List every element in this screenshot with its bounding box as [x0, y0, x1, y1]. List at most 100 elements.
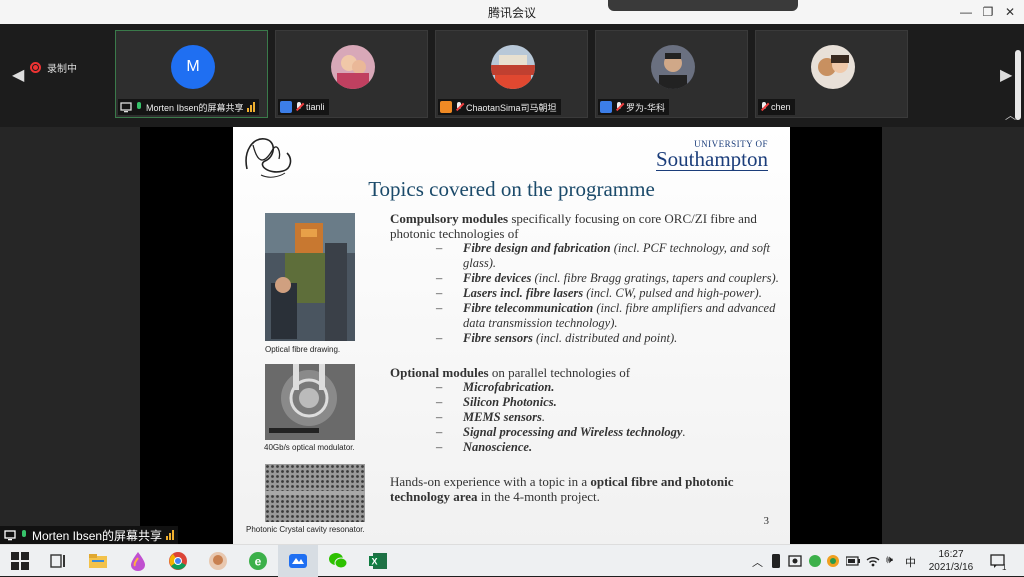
scroll-left-arrow-icon[interactable]: ◀ [12, 65, 24, 85]
presentation-slide: UNIVERSITY OF Southampton Topics covered… [233, 127, 790, 544]
participant-name: 罗为-华科 [626, 102, 665, 113]
participant-tile[interactable]: 罗为-华科 [595, 30, 748, 118]
participant-namebar: 罗为-华科 [598, 99, 669, 115]
svg-text:e: e [255, 555, 262, 569]
scroll-right-arrow-icon[interactable]: ▶ [1000, 65, 1012, 85]
user-icon [600, 101, 612, 113]
avatar [811, 45, 855, 89]
participant-namebar: chen [758, 99, 795, 115]
participant-tile[interactable]: tianli [275, 30, 428, 118]
file-explorer-icon[interactable] [88, 551, 108, 571]
recording-indicator[interactable]: 录制中 [30, 60, 77, 75]
participant-namebar: tianli [278, 99, 329, 115]
restore-button[interactable]: ❐ [977, 2, 999, 22]
avatar-app-icon[interactable] [208, 551, 228, 571]
participant-tile[interactable]: ChaotanSima司马朝坦 [435, 30, 588, 118]
participant-strip: 录制中 ◀ M Morten Ibsen的屏幕共享 tianli Chaotan… [0, 24, 1024, 127]
list-item: – Fibre telecommunication (incl. fibre am… [436, 301, 776, 330]
wechat-icon[interactable] [328, 551, 348, 571]
screen-share-icon [120, 102, 132, 113]
avatar [491, 45, 535, 89]
user-icon [440, 101, 452, 113]
light-logo-icon [245, 138, 292, 178]
list-item: – Signal processing and Wireless technolo… [436, 425, 686, 439]
list-item: – Fibre sensors (incl. distributed and po… [436, 331, 678, 345]
share-pill-label: Morten Ibsen的屏幕共享 [32, 528, 163, 543]
participant-name: ChaotanSima司马朝坦 [466, 102, 557, 113]
microphone-icon [135, 102, 143, 112]
participant-name: Morten Ibsen的屏幕共享 [146, 102, 244, 113]
list-item: – Fibre devices (incl. fibre Bragg gratin… [436, 271, 779, 285]
volume-icon[interactable]: 🕪 [886, 554, 893, 567]
task-view-icon[interactable] [48, 551, 68, 571]
list-item: – Lasers incl. fibre lasers (incl. CW, pu… [436, 286, 762, 300]
svg-text:X: X [371, 557, 377, 567]
slide-title: Topics covered on the programme [368, 177, 655, 201]
avatar [331, 45, 375, 89]
photo-caption: 40Gb/s optical modulator. [264, 443, 355, 452]
wifi-icon[interactable] [866, 554, 880, 568]
university-name: Southampton [655, 147, 768, 171]
slide-page-number: 3 [763, 515, 770, 527]
participant-namebar: Morten Ibsen的屏幕共享 [118, 99, 259, 115]
minimize-button[interactable]: — [955, 2, 977, 22]
signal-strength-icon [246, 102, 255, 112]
window-title: 腾讯会议 [487, 6, 536, 20]
university-logo: UNIVERSITY OF Southampton [655, 139, 768, 171]
avatar [651, 45, 695, 89]
notification-count: 1 [1002, 563, 1007, 572]
screen-share-indicator[interactable]: Morten Ibsen的屏幕共享 [0, 526, 179, 544]
photonic-crystal-photo [265, 464, 365, 522]
participant-name: tianli [306, 102, 325, 112]
input-method-indicator[interactable]: 中 [905, 554, 916, 570]
title-bar: 腾讯会议 — ❐ ✕ [0, 0, 1024, 24]
windows-taskbar: e X ︿ 🕪 中 16:27 2021/3/16 1 [0, 544, 1024, 577]
participant-tile[interactable]: chen [755, 30, 908, 118]
phone-icon[interactable] [770, 554, 782, 568]
screen-share-icon [4, 530, 16, 541]
microphone-icon [20, 530, 28, 540]
excel-icon[interactable]: X [368, 551, 388, 571]
show-hidden-icons-chevron-icon[interactable]: ︿ [752, 554, 763, 570]
participant-namebar: ChaotanSima司马朝坦 [438, 99, 561, 115]
tencent-meeting-icon[interactable] [288, 551, 308, 571]
microphone-muted-icon [295, 102, 303, 112]
tencent-meeting-window: 腾讯会议 — ❐ ✕ 录制中 ◀ M Morten Ibsen的屏幕共享 tia… [0, 0, 1024, 544]
recording-label: 录制中 [47, 64, 77, 75]
list-item: – MEMS sensors. [436, 410, 545, 424]
record-icon [30, 62, 41, 73]
slide-body: Compulsory modules specifically focusing… [390, 211, 780, 504]
microphone-muted-icon [760, 102, 768, 112]
screenshot-tool-icon[interactable] [788, 554, 802, 568]
signal-strength-icon [166, 530, 175, 540]
fibre-drawing-photo [265, 213, 355, 341]
browser-e-icon[interactable]: e [248, 551, 268, 571]
windows-start-icon[interactable] [10, 551, 30, 571]
chrome-icon[interactable] [168, 551, 188, 571]
avatar: M [171, 45, 215, 89]
close-button[interactable]: ✕ [999, 2, 1021, 22]
browser-tray-icon[interactable] [808, 554, 822, 568]
collapse-strip-icon[interactable]: ︿ [1005, 107, 1016, 123]
compulsory-lead: Compulsory modules specifically focusing… [390, 211, 757, 241]
handson-text: Hands-on experience with a topic in a op… [390, 474, 734, 504]
list-item: – Microfabrication. [436, 380, 555, 394]
list-item: – Nanoscience. [436, 440, 533, 454]
system-clock[interactable]: 16:27 2021/3/16 [925, 548, 977, 574]
participant-name: chen [771, 102, 791, 112]
battery-icon[interactable] [846, 555, 860, 567]
list-item: – Silicon Photonics. [436, 395, 557, 409]
photo-caption: Optical fibre drawing. [265, 345, 341, 354]
app-tray-icon[interactable] [826, 554, 840, 568]
optional-lead: Optional modules on parallel technologie… [390, 365, 631, 380]
microphone-muted-icon [455, 102, 463, 112]
list-item: – Fibre design and fabrication (incl. PCF… [436, 241, 770, 270]
clock-time: 16:27 [938, 549, 964, 560]
participant-tile[interactable]: M Morten Ibsen的屏幕共享 [115, 30, 268, 118]
droplet-app-icon[interactable] [128, 551, 148, 571]
optical-modulator-photo [265, 364, 355, 440]
user-icon [280, 101, 292, 113]
microphone-muted-icon [615, 102, 623, 112]
clock-date: 2021/3/16 [928, 562, 974, 573]
floating-notification[interactable] [608, 0, 798, 11]
